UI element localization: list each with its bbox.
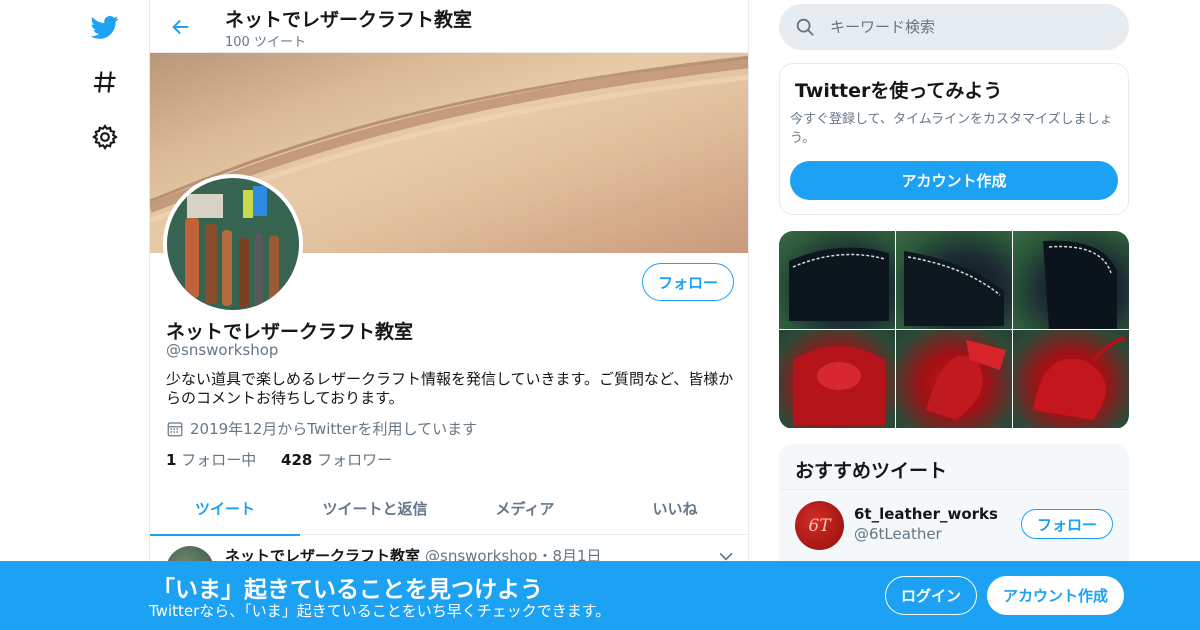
search-input[interactable] — [830, 18, 1110, 36]
tab-tweets[interactable]: ツイート — [150, 482, 300, 536]
search-box[interactable] — [779, 4, 1129, 50]
bottom-bar-subtitle: Twitterなら、「いま」起きていることをいち早くチェックできます。 — [149, 602, 611, 620]
profile-bio: 少ない道具で楽しめるレザークラフト情報を発信していきます。ご質問など、皆様からの… — [166, 370, 734, 407]
tab-likes[interactable]: いいね — [600, 482, 748, 535]
hashtag-icon[interactable] — [90, 67, 120, 97]
joined-date: 2019年12月からTwitterを利用しています — [190, 420, 478, 438]
tab-tweets-and-replies[interactable]: ツイートと返信 — [300, 482, 450, 535]
search-icon — [796, 18, 814, 36]
media-thumbnail[interactable] — [779, 231, 895, 329]
create-account-button[interactable]: アカウント作成 — [790, 161, 1118, 200]
media-thumbnail[interactable] — [896, 330, 1012, 428]
follow-button[interactable]: フォロー — [642, 263, 734, 301]
twitter-logo-icon[interactable] — [90, 12, 120, 42]
recommended-account-name[interactable]: 6t_leather_works — [854, 505, 998, 523]
followers-label: フォロワー — [317, 451, 393, 469]
media-thumbnail[interactable] — [896, 231, 1012, 329]
profile-name: ネットでレザークラフト教室 — [166, 321, 414, 343]
profile-header-bar: ネットでレザークラフト教室 100 ツイート — [150, 0, 748, 53]
profile-column: ネットでレザークラフト教室 100 ツイート フォロー ネットでレザークラフト教… — [149, 0, 749, 630]
recommended-avatar-text: 6T — [808, 515, 831, 536]
profile-avatar[interactable] — [163, 174, 303, 314]
following-label: フォロー中 — [181, 451, 257, 469]
tab-media[interactable]: メディア — [450, 482, 600, 535]
bottom-create-account-button[interactable]: アカウント作成 — [987, 576, 1124, 615]
back-arrow-icon[interactable] — [168, 14, 194, 40]
signup-card-description: 今すぐ登録して、タイムラインをカスタマイズしましょう。 — [790, 112, 1113, 146]
media-thumbnail[interactable] — [1013, 330, 1129, 428]
recommended-header: おすすめツイート — [779, 444, 1129, 490]
followers-link[interactable]: 428 フォロワー — [281, 451, 392, 469]
following-link[interactable]: 1 フォロー中 — [166, 451, 256, 469]
recommended-follow-button[interactable]: フォロー — [1021, 509, 1113, 539]
signup-card-title: Twitterを使ってみよう — [795, 80, 1003, 102]
profile-tabs: ツイート ツイートと返信 メディア いいね — [150, 482, 748, 536]
profile-stats: 1 フォロー中 428 フォロワー — [166, 449, 412, 470]
media-thumbnail[interactable] — [1013, 231, 1129, 329]
followers-count: 428 — [281, 451, 313, 469]
recommended-avatar[interactable]: 6T — [795, 501, 844, 550]
bottom-bar-title: 「いま」起きていることを見つけよう — [152, 577, 543, 603]
header-tweet-count: 100 ツイート — [225, 35, 306, 50]
recommended-account-handle: @6tLeather — [854, 525, 942, 543]
left-nav — [80, 0, 130, 630]
profile-handle: @snsworkshop — [166, 341, 279, 359]
bottom-signup-bar: 「いま」起きていることを見つけよう Twitterなら、「いま」起きていることを… — [0, 561, 1200, 630]
recommended-title: おすすめツイート — [795, 460, 948, 482]
following-count: 1 — [166, 451, 177, 469]
signup-card: Twitterを使ってみよう 今すぐ登録して、タイムラインをカスタマイズしましょ… — [779, 63, 1129, 215]
calendar-icon — [167, 421, 183, 436]
gear-icon[interactable] — [90, 122, 120, 152]
header-title: ネットでレザークラフト教室 — [225, 9, 473, 31]
login-button[interactable]: ログイン — [885, 576, 977, 615]
media-thumbnail[interactable] — [779, 330, 895, 428]
twitter-profile-page: ネットでレザークラフト教室 100 ツイート フォロー ネットでレザークラフト教… — [0, 0, 1200, 630]
profile-joined: 2019年12月からTwitterを利用しています — [166, 418, 477, 439]
media-gallery — [779, 231, 1129, 429]
